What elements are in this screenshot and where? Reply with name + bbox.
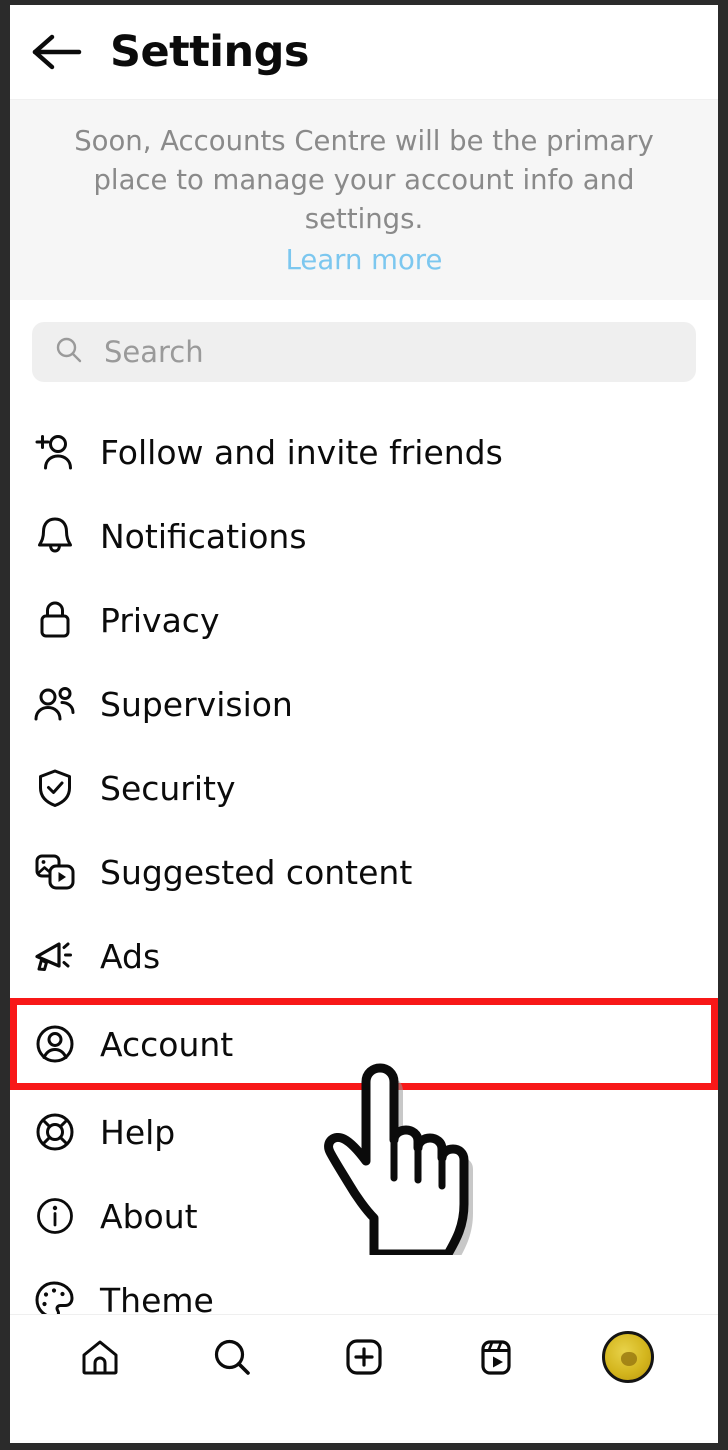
nav-home-button[interactable] [60,1317,140,1397]
learn-more-link[interactable]: Learn more [62,241,666,280]
app-screen: Settings Soon, Accounts Centre will be t… [10,5,718,1443]
nav-create-button[interactable] [324,1317,404,1397]
search-placeholder: Search [104,334,204,369]
accounts-centre-banner: Soon, Accounts Centre will be the primar… [10,100,718,301]
menu-item-account[interactable]: Account [10,998,718,1091]
media-stack-icon [32,849,78,895]
menu-item-label: Security [100,768,236,808]
app-header: Settings [10,5,718,100]
menu-item-label: Follow and invite friends [100,432,503,472]
banner-text: Soon, Accounts Centre will be the primar… [74,125,654,236]
menu-item-label: Supervision [100,684,293,724]
menu-item-label: Privacy [100,600,220,640]
arrow-left-icon [30,33,82,71]
menu-item-about[interactable]: About [10,1174,718,1258]
lock-icon [32,597,78,643]
info-circle-icon [32,1193,78,1239]
lifebuoy-icon [32,1109,78,1155]
page-title: Settings [110,26,309,77]
settings-menu: Follow and invite friends Notifications [10,410,718,1342]
nav-search-button[interactable] [192,1317,272,1397]
person-add-icon [32,429,78,475]
menu-item-supervision[interactable]: Supervision [10,662,718,746]
menu-item-label: Theme [100,1280,214,1320]
menu-item-help[interactable]: Help [10,1090,718,1174]
search-icon [210,1335,254,1379]
menu-item-label: Notifications [100,516,307,556]
menu-item-label: Account [100,1024,234,1064]
plus-square-icon [342,1335,386,1379]
avatar-icon [602,1330,654,1383]
reels-icon [474,1335,518,1379]
settings-body: Search Follow and invite friends Notific… [10,300,718,1399]
bell-icon [32,513,78,559]
nav-profile-button[interactable] [588,1317,668,1397]
home-icon [78,1335,122,1379]
people-icon [32,681,78,727]
menu-item-follow-and-invite-friends[interactable]: Follow and invite friends [10,410,718,494]
search-icon [54,335,84,369]
menu-item-label: About [100,1196,198,1236]
nav-reels-button[interactable] [456,1317,536,1397]
megaphone-icon [32,933,78,979]
phone-frame: Settings Soon, Accounts Centre will be t… [0,0,728,1450]
bottom-navigation [10,1314,718,1399]
search-section: Search [10,322,718,383]
user-circle-icon [32,1021,78,1067]
menu-item-ads[interactable]: Ads [10,914,718,998]
menu-item-label: Help [100,1112,176,1152]
menu-item-privacy[interactable]: Privacy [10,578,718,662]
menu-item-suggested-content[interactable]: Suggested content [10,830,718,914]
menu-item-label: Suggested content [100,852,413,892]
shield-check-icon [32,765,78,811]
menu-item-security[interactable]: Security [10,746,718,830]
back-button[interactable] [10,5,102,100]
search-input[interactable]: Search [32,322,696,383]
menu-item-label: Ads [100,936,161,976]
menu-item-notifications[interactable]: Notifications [10,494,718,578]
